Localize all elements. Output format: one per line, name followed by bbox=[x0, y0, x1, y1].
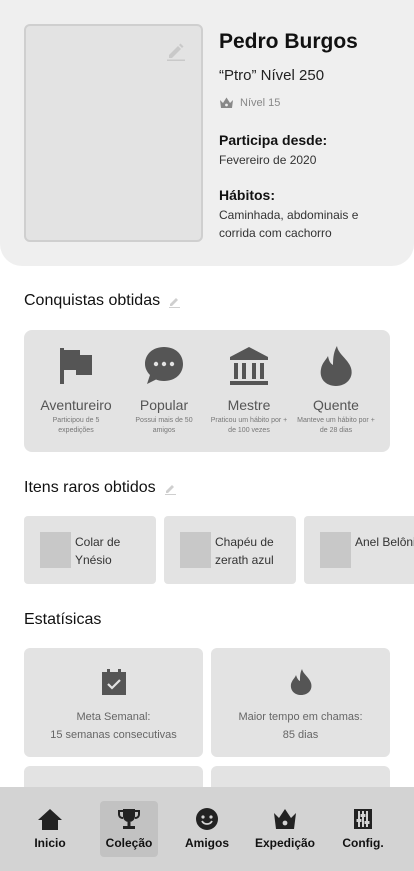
rare-item-name: Colar de Ynésio bbox=[75, 535, 121, 567]
achievement-name: Aventureiro bbox=[40, 397, 112, 413]
calendar-check-icon bbox=[101, 669, 126, 695]
achievement-aventureiro[interactable]: Aventureiro Participou de 5 expedições bbox=[36, 344, 116, 436]
stats-title: Estatísicas bbox=[24, 611, 101, 629]
since-value: Fevereiro de 2020 bbox=[219, 153, 317, 167]
achievement-name: Mestre bbox=[227, 397, 271, 413]
profile-nickname-level: “Ptro” Nível 250 bbox=[219, 67, 325, 84]
nav-expedicao[interactable]: Expedição bbox=[253, 801, 317, 857]
stat-label-title: Meta Semanal: bbox=[76, 711, 151, 723]
achievement-name: Popular bbox=[139, 397, 189, 413]
nav-label: Expedição bbox=[254, 836, 316, 850]
habits-title: Hábitos: bbox=[219, 187, 275, 203]
nav-inicio[interactable]: Inicio bbox=[21, 801, 79, 857]
achievement-quente[interactable]: Quente Manteve um hábito por + de 28 dia… bbox=[296, 344, 376, 436]
achievement-desc: Participou de 5 expedições bbox=[52, 417, 100, 434]
edit-avatar-pencil-icon[interactable] bbox=[165, 40, 187, 62]
stats-title-label: Estatísicas bbox=[24, 611, 102, 628]
profile-level-label: Nível 15 bbox=[240, 96, 281, 109]
achievement-mestre[interactable]: Mestre Praticou um hábito por + de 100 v… bbox=[209, 344, 289, 436]
trophy-icon bbox=[118, 809, 140, 829]
flame-icon bbox=[290, 669, 311, 695]
achievements-panel: Aventureiro Participou de 5 expedições P… bbox=[24, 330, 390, 452]
profile-card: Pedro Burgos “Ptro” Nível 250 Nível 15 P… bbox=[0, 0, 414, 266]
nav-label: Inicio bbox=[34, 836, 66, 850]
profile-level: Nível 15 bbox=[219, 96, 280, 109]
nav-label: Config. bbox=[342, 836, 384, 850]
bottom-navigation: Inicio Coleção Amigos Expedição Config. bbox=[0, 787, 414, 871]
profile-name: Pedro Burgos bbox=[219, 30, 358, 53]
flag-icon bbox=[60, 348, 92, 384]
crown-icon bbox=[220, 97, 233, 108]
edit-pencil-icon[interactable] bbox=[164, 482, 177, 495]
rare-item-name: Anel Belônio bbox=[355, 535, 414, 549]
rare-item-card[interactable]: Chapéu de zerath azul bbox=[164, 516, 296, 584]
achievement-popular[interactable]: Popular Possui mais de 50 amigos bbox=[124, 344, 204, 436]
achievement-name: Quente bbox=[313, 397, 359, 413]
rare-item-card[interactable]: Anel Belônio bbox=[304, 516, 414, 584]
rare-item-thumbnail bbox=[180, 532, 211, 568]
flame-icon bbox=[320, 346, 352, 386]
nav-amigos[interactable]: Amigos bbox=[178, 801, 236, 857]
achievements-title-label: Conquistas obtidas bbox=[24, 292, 161, 309]
rare-items-title: Itens raros obtidos bbox=[24, 479, 177, 497]
habits-value: Caminhada, abdominais e corrida com cach… bbox=[219, 208, 359, 240]
rare-item-thumbnail bbox=[40, 532, 71, 568]
stat-label-title: Maior tempo em chamas: bbox=[238, 711, 363, 723]
stat-label-value: 15 semanas consecutivas bbox=[50, 729, 177, 741]
nav-colecao[interactable]: Coleção bbox=[100, 801, 158, 857]
rare-items-title-label: Itens raros obtidos bbox=[24, 479, 156, 496]
nav-label: Coleção bbox=[105, 836, 153, 850]
smiley-icon bbox=[196, 808, 218, 830]
sliders-icon bbox=[354, 809, 372, 829]
stat-card-weekly-goal: Meta Semanal: 15 semanas consecutivas bbox=[24, 648, 203, 757]
achievement-desc: Praticou um hábito por + de 100 vezes bbox=[210, 417, 288, 434]
rare-item-card[interactable]: Colar de Ynésio bbox=[24, 516, 156, 584]
avatar bbox=[24, 24, 203, 242]
nav-label: Amigos bbox=[184, 836, 229, 850]
achievements-title: Conquistas obtidas bbox=[24, 292, 181, 310]
home-icon bbox=[38, 809, 62, 830]
achievement-desc: Possui mais de 50 amigos bbox=[135, 417, 193, 434]
stat-card-longest-streak: Maior tempo em chamas: 85 dias bbox=[211, 648, 390, 757]
edit-pencil-icon[interactable] bbox=[168, 295, 181, 308]
temple-icon bbox=[230, 347, 268, 385]
achievement-desc: Manteve um hábito por + de 28 dias bbox=[297, 417, 375, 434]
rare-item-name: Chapéu de zerath azul bbox=[215, 535, 274, 567]
chat-bubble-icon bbox=[145, 347, 183, 384]
nav-config[interactable]: Config. bbox=[334, 801, 392, 857]
stat-label-value: 85 dias bbox=[282, 729, 319, 741]
rare-item-thumbnail bbox=[320, 532, 351, 568]
since-title: Participa desde: bbox=[219, 132, 328, 148]
crown-icon bbox=[274, 809, 296, 829]
